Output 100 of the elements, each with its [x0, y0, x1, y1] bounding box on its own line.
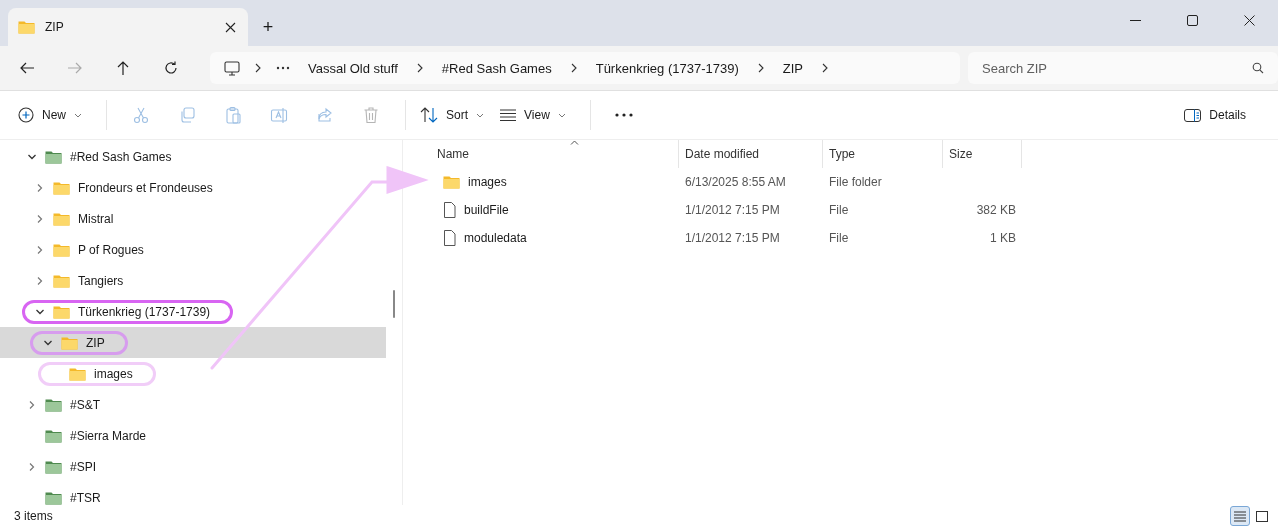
folder-name: #Red Sash Games	[70, 149, 172, 164]
column-header[interactable]: Name	[423, 140, 679, 168]
window-tab[interactable]: ZIP	[8, 8, 248, 46]
folder-name: Türkenkrieg (1737-1739)	[78, 304, 211, 319]
list-icon	[500, 109, 517, 121]
details-pane-icon	[1184, 108, 1202, 122]
tree-item[interactable]: #TSR	[0, 482, 386, 505]
caret-icon	[557, 112, 566, 118]
file-name: buildFile	[464, 203, 509, 217]
folder-icon	[45, 490, 62, 505]
sort-ascending-icon	[570, 140, 579, 145]
tree-item[interactable]: #Red Sash Games	[0, 141, 386, 172]
search-icon	[1252, 62, 1264, 74]
type-cell-text: File	[828, 203, 850, 217]
tree-item[interactable]: Frondeurs et Frondeuses	[0, 172, 386, 203]
chevron-right-icon[interactable]	[821, 63, 829, 73]
tree-item[interactable]: #SPI	[0, 451, 386, 482]
folder-icon	[61, 335, 78, 350]
up-arrow-icon[interactable]	[115, 60, 131, 76]
tree-item[interactable]: #S&T	[0, 389, 386, 420]
folder-icon	[45, 459, 62, 474]
file-icon	[443, 202, 456, 218]
folder-icon	[45, 397, 62, 412]
folder-name: #S&T	[70, 397, 100, 412]
square-icon	[1256, 510, 1268, 522]
column-header[interactable]: Date modified	[679, 140, 823, 168]
item-count: 3 items	[14, 509, 53, 523]
breadcrumb[interactable]: Türkenkrieg (1737-1739)	[591, 60, 743, 76]
file-name: moduledata	[464, 231, 527, 245]
scrollbar-thumb[interactable]	[393, 290, 395, 318]
copy-icon	[178, 106, 196, 124]
tree-item[interactable]: Tangiers	[0, 265, 386, 296]
folder-name: images	[94, 366, 133, 381]
tree-item[interactable]: images	[0, 358, 386, 389]
file-row[interactable]: buildFile 1/1/2012 7:15 PM File 382 KB	[423, 196, 1278, 224]
back-arrow-icon[interactable]	[19, 60, 35, 76]
column-header[interactable]: Size	[943, 140, 1022, 168]
folder-icon	[443, 175, 460, 189]
folder-name: #TSR	[70, 490, 101, 505]
details-button[interactable]: Details	[1184, 102, 1256, 128]
clipboard-icon	[224, 106, 242, 124]
address-bar[interactable]: Vassal Old stuff #Red Sash Games Türkenkrieg (1737-1739) ZIP	[210, 52, 960, 84]
list-icon	[1234, 510, 1246, 522]
folder-name: #SPI	[70, 459, 96, 474]
type-cell-text: File	[828, 231, 850, 245]
file-row[interactable]: images 6/13/2025 8:55 AM File folder	[423, 168, 1278, 196]
folder-name: Tangiers	[78, 273, 124, 288]
folder-name: Frondeurs et Frondeuses	[78, 180, 213, 195]
share-icon	[316, 106, 334, 124]
sort-icon	[420, 107, 438, 123]
new-button[interactable]: New	[18, 101, 92, 129]
folder-icon	[53, 304, 70, 319]
column-header[interactable]: Type	[823, 140, 943, 168]
caret-icon	[476, 112, 485, 118]
folder-icon	[53, 211, 70, 226]
breadcrumb[interactable]: ZIP	[778, 60, 807, 76]
folder-icon	[45, 428, 62, 443]
date-cell-text: 1/1/2012 7:15 PM	[684, 203, 781, 217]
tree-item[interactable]: #Sierra Marde	[0, 420, 386, 451]
tab-title: ZIP	[45, 20, 65, 34]
tree-item[interactable]: P of Rogues	[0, 234, 386, 265]
date-cell-text: 6/13/2025 8:55 AM	[684, 175, 787, 189]
search-field[interactable]: Search ZIP	[968, 52, 1278, 84]
folder-icon	[53, 242, 70, 257]
date-cell-text: 1/1/2012 7:15 PM	[684, 231, 781, 245]
tree-item[interactable]: Mistral	[0, 203, 386, 234]
folder-icon	[69, 366, 86, 381]
folder-name: ZIP	[86, 335, 105, 350]
refresh-icon[interactable]	[163, 60, 179, 76]
chevron-right-icon[interactable]	[415, 63, 424, 73]
folder-name: #Sierra Marde	[70, 428, 147, 443]
folder-name: P of Rogues	[78, 242, 144, 257]
folder-icon	[45, 149, 62, 164]
view-button[interactable]: View	[500, 102, 576, 128]
chevron-right-icon[interactable]	[254, 63, 262, 73]
size-cell: 382 KB	[976, 203, 1016, 217]
tree-item[interactable]: Türkenkrieg (1737-1739)	[0, 296, 386, 327]
sort-button[interactable]: Sort	[420, 101, 495, 129]
plus-circle-icon	[18, 107, 34, 123]
breadcrumb[interactable]: Vassal Old stuff	[304, 60, 402, 76]
folder-icon	[53, 273, 70, 288]
breadcrumb[interactable]: #Red Sash Games	[437, 60, 556, 76]
chevron-right-icon[interactable]	[756, 63, 765, 73]
file-name: images	[468, 175, 507, 189]
computer-icon[interactable]	[224, 60, 240, 76]
tree-item[interactable]: ZIP	[0, 327, 386, 358]
file-icon	[443, 230, 456, 246]
more-icon[interactable]	[614, 113, 633, 117]
scissors-icon	[132, 106, 150, 124]
maximize-icon[interactable]	[1187, 14, 1198, 26]
trash-icon	[362, 106, 380, 124]
size-cell: 1 KB	[990, 231, 1016, 245]
file-row[interactable]: moduledata 1/1/2012 7:15 PM File 1 KB	[423, 224, 1278, 252]
folder-name: Mistral	[78, 211, 114, 226]
more-icon[interactable]	[276, 66, 290, 70]
new-tab-button[interactable]: +	[248, 8, 288, 46]
type-cell-text: File folder	[828, 175, 883, 189]
close-tab-icon[interactable]	[225, 21, 236, 33]
close-icon[interactable]	[1244, 14, 1255, 26]
chevron-right-icon[interactable]	[569, 63, 578, 73]
